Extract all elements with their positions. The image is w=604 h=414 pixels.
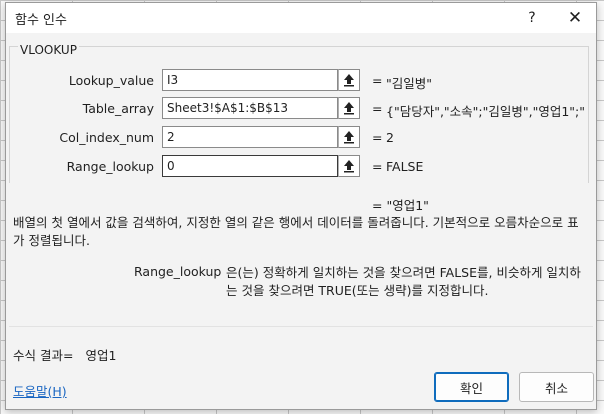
range-select-icon (344, 131, 354, 144)
table-array-result: {"담당자","소속";"김일병","영업1";"박ﾓ (386, 104, 586, 119)
table-array-label: Table_array (82, 101, 154, 116)
lookup-value-equals: = (372, 73, 383, 88)
function-arguments-dialog: 함수 인수 ? ✕ VLOOKUP Lookup_value = "김일병" T… (5, 2, 597, 410)
function-description: 배열의 첫 열에서 값을 검색하여, 지정한 열의 같은 행에서 데이터를 돌려… (13, 215, 579, 248)
lookup-value-input[interactable] (162, 69, 338, 91)
range-lookup-label: Range_lookup (66, 159, 154, 174)
param-help-name: Range_lookup (134, 264, 222, 279)
col-index-num-collapse-button[interactable] (338, 126, 360, 148)
help-link[interactable]: 도움말(H) (13, 381, 67, 400)
lookup-value-label: Lookup_value (68, 73, 154, 88)
param-help-text: 은(는) 정확하게 일치하는 것을 찾으려면 FALSE를, 비슷하게 일치하는… (226, 265, 581, 298)
ok-button[interactable]: 확인 (434, 372, 509, 402)
range-select-icon (344, 160, 354, 173)
range-lookup-collapse-button[interactable] (338, 155, 360, 177)
dialog-titlebar: 함수 인수 ? ✕ (6, 3, 596, 33)
col-index-num-input[interactable] (162, 126, 338, 148)
range-lookup-input[interactable] (162, 155, 338, 177)
col-index-num-label: Col_index_num (59, 130, 154, 145)
help-icon[interactable]: ? (516, 5, 548, 31)
table-array-input[interactable] (162, 97, 338, 119)
lookup-value-result: "김일병" (386, 76, 432, 91)
range-lookup-result: FALSE (386, 159, 424, 174)
function-result-preview: = "영업1" (372, 198, 429, 213)
range-lookup-equals: = (372, 159, 383, 174)
col-index-num-equals: = (372, 130, 383, 145)
range-select-icon (344, 74, 354, 87)
dialog-title: 함수 인수 (15, 13, 67, 28)
formula-result-label: 수식 결과= (13, 348, 74, 363)
formula-result: 수식 결과= 영업1 (13, 345, 116, 364)
lookup-value-collapse-button[interactable] (338, 69, 360, 91)
col-index-num-result: 2 (386, 130, 394, 145)
divider (9, 326, 593, 327)
close-icon[interactable]: ✕ (558, 5, 592, 31)
formula-result-value: 영업1 (85, 348, 117, 363)
table-array-collapse-button[interactable] (338, 97, 360, 119)
cancel-button[interactable]: 취소 (519, 372, 594, 402)
table-array-equals: = (372, 101, 383, 116)
range-select-icon (344, 102, 354, 115)
function-name: VLOOKUP (18, 43, 79, 57)
